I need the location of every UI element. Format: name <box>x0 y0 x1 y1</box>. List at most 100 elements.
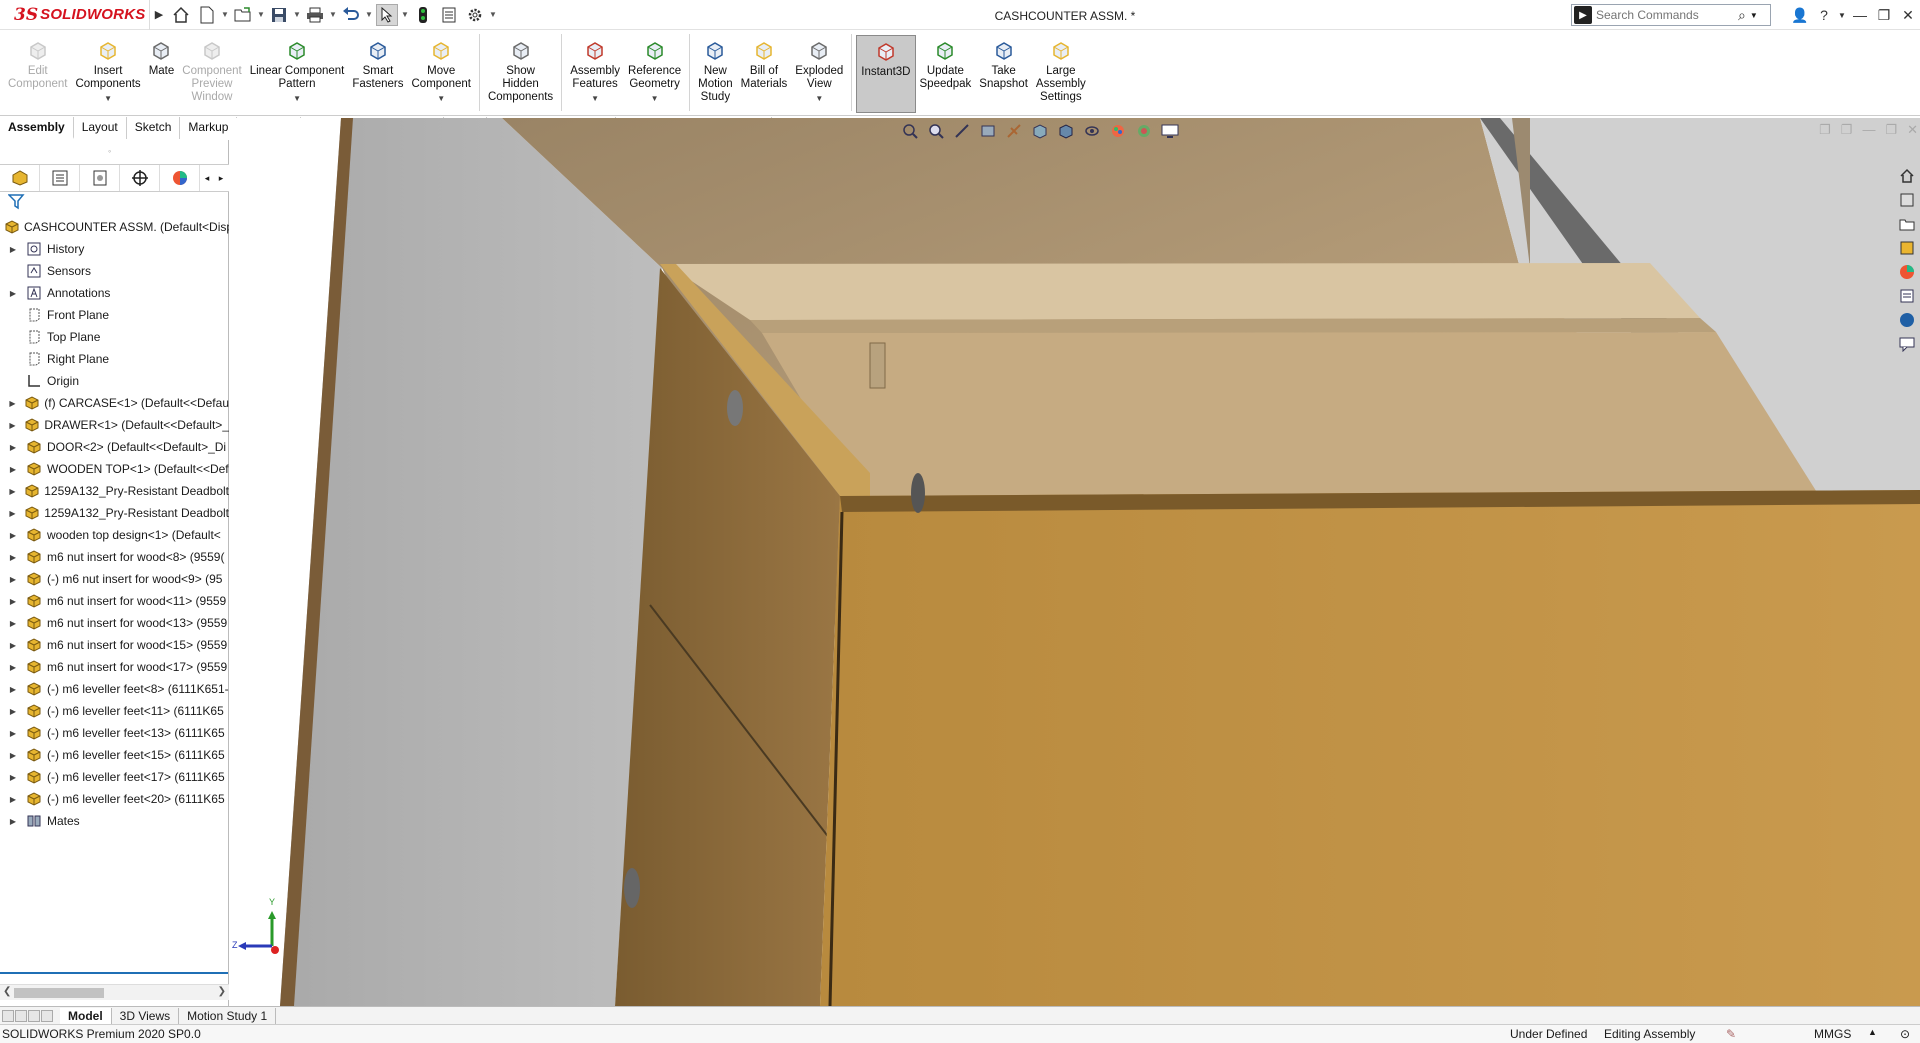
expand-arrow-icon[interactable]: ▶ <box>7 729 19 738</box>
file-properties-icon[interactable] <box>438 4 460 26</box>
menu-expand-arrow-icon[interactable]: ▶ <box>150 0 168 30</box>
tree-item[interactable]: ▶ (-) m6 leveller feet<8> (6111K651- <box>0 678 229 700</box>
save-dropdown-icon[interactable]: ▼ <box>292 10 302 19</box>
tree-item[interactable]: Sensors <box>0 260 229 282</box>
search-commands-box[interactable]: ▶ ⌕ ▼ <box>1571 4 1771 26</box>
ribbon-button-reference-geometry[interactable]: Reference Geometry ▼ <box>624 30 685 115</box>
ribbon-button-move-component[interactable]: Move Component ▼ <box>408 30 475 115</box>
expand-arrow-icon[interactable]: ▶ <box>7 707 19 716</box>
view-palette-icon[interactable] <box>1897 238 1917 258</box>
status-options-icon[interactable]: ⊙ <box>1900 1027 1910 1041</box>
units-system[interactable]: MMGS <box>1814 1027 1851 1041</box>
expand-arrow-icon[interactable]: ▶ <box>7 553 19 562</box>
tree-item[interactable]: ▶ (-) m6 leveller feet<11> (6111K65 <box>0 700 229 722</box>
viewport-close-icon[interactable]: ✕ <box>1907 122 1918 138</box>
tree-item[interactable]: Right Plane <box>0 348 229 370</box>
tree-item[interactable]: ▶ m6 nut insert for wood<13> (9559 <box>0 612 229 634</box>
dropdown-caret-icon[interactable]: ▼ <box>437 92 445 105</box>
options-dropdown-icon[interactable]: ▼ <box>488 10 498 19</box>
search-mode-icon[interactable]: ▶ <box>1574 6 1592 24</box>
expand-arrow-icon[interactable]: ▶ <box>7 245 19 254</box>
tabs-scroll-right-icon[interactable]: ▸ <box>214 173 228 184</box>
tree-item[interactable]: Front Plane <box>0 304 229 326</box>
panel-splitter-handle-icon[interactable]: ◦ <box>108 146 111 156</box>
open-icon[interactable] <box>232 4 254 26</box>
ribbon-button-update-speedpak[interactable]: Update Speedpak <box>916 30 976 115</box>
dimxpert-tab-icon[interactable] <box>120 165 160 191</box>
dropdown-caret-icon[interactable]: ▼ <box>591 92 599 105</box>
ribbon-button-component-preview-window[interactable]: Component Preview Window <box>178 30 245 115</box>
viewport-maximize-icon[interactable]: ❐ <box>1885 122 1897 138</box>
view-orientation-icon[interactable] <box>1030 122 1050 140</box>
ribbon-button-linear-component-pattern[interactable]: Linear Component Pattern ▼ <box>246 30 349 115</box>
tree-item[interactable]: ▶ (f) CARCASE<1> (Default<<Defau <box>0 392 229 414</box>
expand-arrow-icon[interactable]: ▶ <box>7 751 19 760</box>
help-dropdown-icon[interactable]: ▼ <box>1836 11 1848 20</box>
horizontal-scrollbar[interactable]: ❮ ❯ <box>0 984 229 1000</box>
options-gear-icon[interactable] <box>464 4 486 26</box>
units-dropdown-icon[interactable]: ▲ <box>1868 1027 1877 1037</box>
comments-icon[interactable] <box>1897 334 1917 354</box>
tabs-scroll-left-icon[interactable]: ◂ <box>200 173 214 184</box>
solidworks-forum-icon[interactable] <box>1897 310 1917 330</box>
dropdown-caret-icon[interactable]: ▼ <box>293 92 301 105</box>
hide-show-items-icon[interactable] <box>1082 122 1102 140</box>
tree-item[interactable]: ▶ 1259A132_Pry-Resistant Deadbolt <box>0 480 229 502</box>
ribbon-button-large-assembly-settings[interactable]: Large Assembly Settings <box>1032 30 1090 115</box>
traffic-light-icon[interactable] <box>412 4 434 26</box>
select-cursor-icon[interactable] <box>376 3 398 26</box>
property-manager-tab-icon[interactable] <box>40 165 80 191</box>
expand-arrow-icon[interactable]: ▶ <box>7 773 19 782</box>
tree-item[interactable]: ▶ History <box>0 238 229 260</box>
filter-icon[interactable] <box>7 194 26 213</box>
home-icon[interactable] <box>170 4 192 26</box>
expand-arrow-icon[interactable]: ▶ <box>7 509 18 518</box>
undo-icon[interactable] <box>340 4 362 26</box>
tree-item[interactable]: ▶ Mates <box>0 810 229 832</box>
user-icon[interactable]: 👤 <box>1788 7 1812 24</box>
display-manager-tab-icon[interactable] <box>160 165 200 191</box>
tree-item[interactable]: ▶ m6 nut insert for wood<15> (9559 <box>0 634 229 656</box>
tree-item[interactable]: ▶ 1259A132_Pry-Resistant Deadbolt <box>0 502 229 524</box>
graphics-area[interactable]: ❐ ❐ — ❐ ✕ Y Z <box>230 118 1920 1006</box>
expand-arrow-icon[interactable]: ▶ <box>7 685 19 694</box>
print-dropdown-icon[interactable]: ▼ <box>328 10 338 19</box>
tree-item[interactable]: ▶ (-) m6 leveller feet<13> (6111K65 <box>0 722 229 744</box>
tree-item[interactable]: ▶ (-) m6 leveller feet<15> (6111K65 <box>0 744 229 766</box>
design-library-icon[interactable] <box>1897 190 1917 210</box>
undo-dropdown-icon[interactable]: ▼ <box>364 10 374 19</box>
file-explorer-icon[interactable] <box>1897 214 1917 234</box>
expand-arrow-icon[interactable]: ▶ <box>7 487 18 496</box>
tree-item[interactable]: ▶ Annotations <box>0 282 229 304</box>
viewport-restore-left-icon[interactable]: ❐ <box>1819 122 1831 138</box>
new-document-icon[interactable] <box>196 4 218 26</box>
apply-scene-icon[interactable] <box>1134 122 1154 140</box>
tree-item[interactable]: ▶ (-) m6 nut insert for wood<9> (95 <box>0 568 229 590</box>
tab-nav-buttons[interactable] <box>2 1009 54 1022</box>
expand-arrow-icon[interactable]: ▶ <box>7 619 19 628</box>
bottom-tab-3d-views[interactable]: 3D Views <box>112 1007 180 1024</box>
expand-arrow-icon[interactable]: ▶ <box>7 817 19 826</box>
ribbon-button-show-hidden-components[interactable]: Show Hidden Components <box>484 30 557 115</box>
dropdown-caret-icon[interactable]: ▼ <box>815 92 823 105</box>
expand-arrow-icon[interactable]: ▶ <box>7 641 19 650</box>
expand-arrow-icon[interactable]: ▶ <box>7 575 19 584</box>
section-view-icon[interactable] <box>978 122 998 140</box>
edit-appearance-icon[interactable] <box>1108 122 1128 140</box>
tree-root[interactable]: CASHCOUNTER ASSM. (Default<Disp <box>0 216 229 238</box>
ribbon-button-new-motion-study[interactable]: New Motion Study <box>694 30 737 115</box>
scroll-left-icon[interactable]: ❮ <box>3 986 11 997</box>
tree-item[interactable]: ▶ m6 nut insert for wood<8> (9559( <box>0 546 229 568</box>
bottom-tab-motion-study-1[interactable]: Motion Study 1 <box>179 1007 277 1024</box>
close-icon[interactable]: ✕ <box>1896 7 1920 24</box>
tree-item[interactable]: ▶ (-) m6 leveller feet<20> (6111K65 <box>0 788 229 810</box>
appearances-icon[interactable] <box>1897 262 1917 282</box>
minimize-icon[interactable]: — <box>1848 7 1872 23</box>
restore-icon[interactable]: ❐ <box>1872 7 1896 24</box>
save-icon[interactable] <box>268 4 290 26</box>
ribbon-button-assembly-features[interactable]: Assembly Features ▼ <box>566 30 624 115</box>
custom-properties-icon[interactable] <box>1897 286 1917 306</box>
viewport-restore-right-icon[interactable]: ❐ <box>1841 122 1853 138</box>
scroll-right-icon[interactable]: ❯ <box>218 986 226 997</box>
zoom-to-area-icon[interactable] <box>926 122 946 140</box>
